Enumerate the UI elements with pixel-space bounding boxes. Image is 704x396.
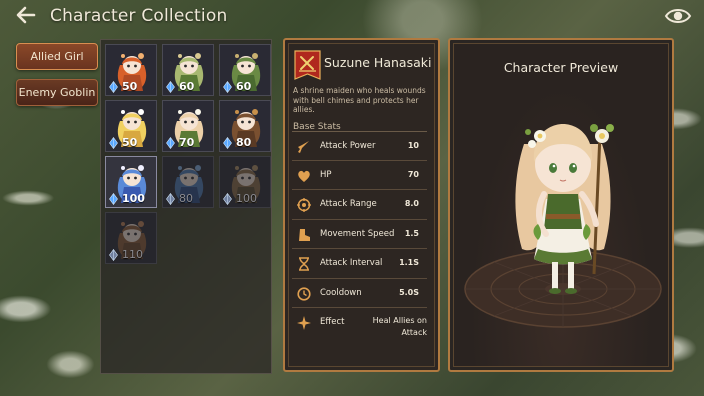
cost-value: 80 bbox=[236, 136, 252, 149]
character-banner-icon bbox=[294, 50, 321, 80]
cost-display: 60 bbox=[166, 80, 194, 93]
mana-crystal-icon bbox=[166, 136, 175, 149]
mana-crystal-icon bbox=[223, 136, 232, 149]
character-card[interactable]: 70 bbox=[162, 100, 214, 152]
stat-value: 1.1S bbox=[399, 258, 419, 267]
stat-label: Attack Interval bbox=[320, 258, 383, 268]
mana-crystal-icon bbox=[223, 80, 232, 93]
character-card[interactable]: 100 bbox=[105, 156, 157, 208]
cost-value: 60 bbox=[236, 80, 252, 93]
stat-row: Attack Power 10 bbox=[292, 131, 427, 161]
mana-crystal-icon bbox=[109, 136, 118, 149]
stat-row: HP 70 bbox=[292, 161, 427, 190]
cost-display: 50 bbox=[109, 136, 137, 149]
heart-icon bbox=[298, 170, 310, 182]
category-tabs: Allied Girl Enemy Goblin bbox=[16, 43, 98, 115]
cost-value: 50 bbox=[122, 136, 138, 149]
cost-display: 100 bbox=[109, 192, 145, 205]
stat-value: 70 bbox=[407, 169, 419, 179]
character-preview-image bbox=[464, 124, 662, 328]
cost-value: 70 bbox=[179, 136, 195, 149]
stat-value: 1.5 bbox=[404, 228, 419, 238]
sword-icon bbox=[298, 141, 309, 153]
cost-display: 100 bbox=[223, 192, 257, 205]
stats-list: Attack Power 10 HP 70 Attack Range 8.0 M… bbox=[292, 131, 427, 348]
mana-crystal-icon bbox=[109, 248, 118, 261]
stat-value: 5.0S bbox=[399, 287, 419, 297]
cost-display: 80 bbox=[223, 136, 251, 149]
cost-value: 110 bbox=[122, 248, 143, 261]
character-preview-panel: Character Preview bbox=[448, 38, 674, 372]
stat-label: Movement Speed bbox=[320, 228, 395, 239]
stat-row: Attack Range 8.0 bbox=[292, 190, 427, 220]
mana-crystal-icon bbox=[166, 192, 175, 205]
stat-row: Movement Speed 1.5 bbox=[292, 220, 427, 249]
clock-icon bbox=[297, 286, 311, 301]
effect-value: Heal Allies on Attack bbox=[372, 316, 427, 337]
tab-allied-girl[interactable]: Allied Girl bbox=[16, 43, 98, 70]
cost-value: 100 bbox=[236, 192, 257, 205]
mana-crystal-icon bbox=[109, 192, 118, 205]
target-icon bbox=[297, 198, 311, 212]
preview-title: Character Preview bbox=[503, 60, 619, 75]
mana-crystal-icon bbox=[166, 80, 175, 93]
character-card[interactable]: 110 bbox=[105, 212, 157, 264]
character-name: Suzune Hanasaki bbox=[324, 55, 432, 70]
stat-row: Cooldown 5.0S bbox=[292, 279, 427, 308]
cost-display: 60 bbox=[223, 80, 251, 93]
cost-value: 60 bbox=[179, 80, 195, 93]
back-button[interactable] bbox=[14, 4, 42, 28]
cost-display: 80 bbox=[166, 192, 193, 205]
page-title: Character Collection bbox=[50, 6, 228, 26]
stat-value: 8.0 bbox=[404, 199, 419, 208]
tab-enemy-goblin[interactable]: Enemy Goblin bbox=[16, 79, 98, 106]
cost-display: 110 bbox=[109, 248, 143, 261]
cost-value: 50 bbox=[122, 80, 138, 93]
cost-value: 100 bbox=[122, 192, 145, 205]
visibility-toggle-button[interactable] bbox=[664, 4, 692, 28]
stat-label: HP bbox=[320, 169, 332, 180]
cost-value: 80 bbox=[179, 192, 193, 205]
eye-icon bbox=[664, 9, 692, 23]
stat-label: Attack Power bbox=[320, 141, 376, 151]
effect-label: Effect bbox=[320, 317, 345, 327]
character-card[interactable]: 100 bbox=[219, 156, 271, 208]
cost-display: 70 bbox=[166, 136, 194, 149]
character-grid: 50 60 60 50 70 80 100 80 100 110 bbox=[105, 44, 271, 264]
mana-crystal-icon bbox=[109, 80, 118, 93]
stat-value: 10 bbox=[407, 141, 419, 150]
sparkle-icon bbox=[297, 316, 311, 330]
cost-display: 50 bbox=[109, 80, 137, 93]
stat-label: Attack Range bbox=[320, 199, 377, 209]
stat-row: Attack Interval 1.1S bbox=[292, 249, 427, 279]
mana-crystal-icon bbox=[223, 192, 232, 205]
stat-row-effect: Effect Heal Allies on Attack bbox=[292, 308, 427, 348]
character-description: A shrine maiden who heals wounds with be… bbox=[293, 86, 426, 114]
character-grid-panel: 50 60 60 50 70 80 100 80 100 110 bbox=[100, 39, 272, 374]
top-bar: Character Collection bbox=[0, 0, 704, 34]
boot-icon bbox=[299, 228, 310, 241]
character-card[interactable]: 80 bbox=[219, 100, 271, 152]
character-card[interactable]: 50 bbox=[105, 100, 157, 152]
hourglass-icon bbox=[299, 257, 309, 271]
character-card[interactable]: 60 bbox=[219, 44, 271, 96]
stat-label: Cooldown bbox=[320, 287, 362, 298]
character-card[interactable]: 60 bbox=[162, 44, 214, 96]
character-card[interactable]: 80 bbox=[162, 156, 214, 208]
character-info-panel: Suzune Hanasaki A shrine maiden who heal… bbox=[283, 38, 440, 372]
back-arrow-icon bbox=[16, 6, 36, 24]
character-card[interactable]: 50 bbox=[105, 44, 157, 96]
